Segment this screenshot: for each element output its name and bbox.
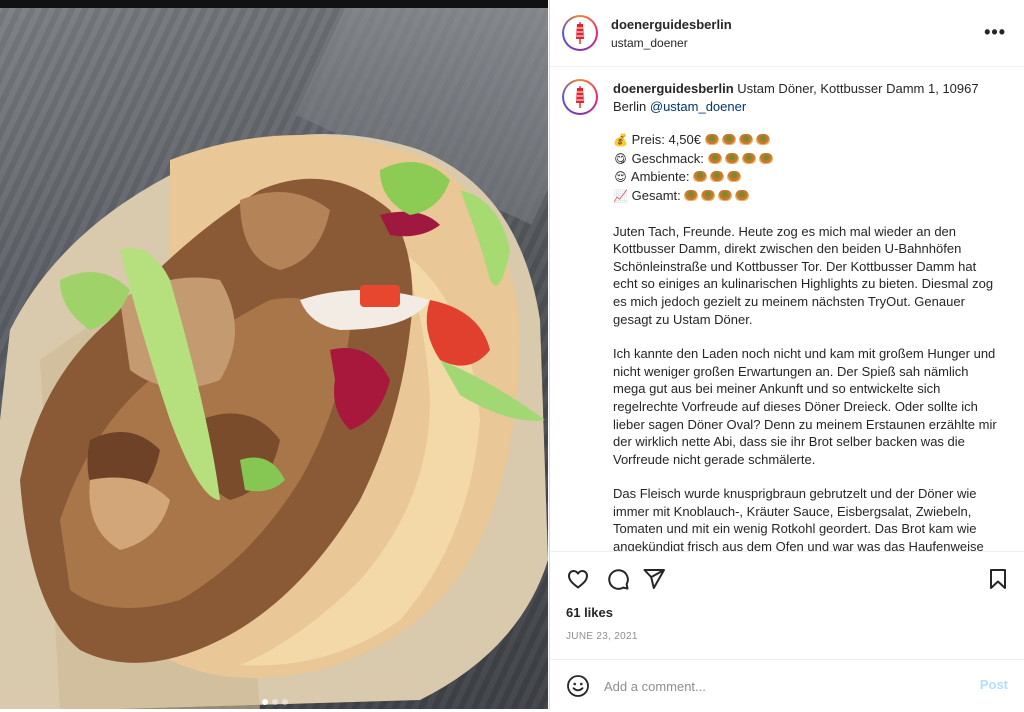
rating-row: 📈 Gesamt: [613, 187, 998, 206]
emoji-smile-icon[interactable] [566, 674, 590, 698]
doener-rating-icon [738, 134, 753, 146]
like-heart-icon[interactable] [566, 567, 590, 591]
caption-avatar[interactable] [562, 79, 598, 115]
rating-label: Preis: 4,50€ [631, 132, 701, 148]
comment-input[interactable] [602, 673, 966, 699]
chart-up-icon: 📈 [613, 188, 628, 203]
carousel-dot [272, 699, 278, 705]
doener-rating-icon [693, 171, 708, 183]
doener-logo-icon [576, 22, 584, 44]
doener-rating-icon [741, 152, 756, 164]
caption-username[interactable]: doenerguidesberlin [613, 81, 734, 96]
doener-rating-icon [701, 189, 716, 201]
post-comment-button[interactable]: Post [980, 677, 1008, 692]
doener-rating-icon [735, 189, 750, 201]
caption-mention[interactable]: @ustam_doener [650, 99, 746, 114]
post-side-panel: doenerguidesberlin ustam_doener ••• doen… [549, 0, 1024, 709]
post-author-username[interactable]: doenerguidesberlin [611, 17, 732, 32]
caption-paragraph: Juten Tach, Freunde. Heute zog es mich m… [613, 223, 994, 327]
relieved-face-icon: 😌 [614, 170, 627, 185]
carousel-dots [262, 699, 288, 705]
post-header: doenerguidesberlin ustam_doener ••• [550, 0, 1024, 67]
rating-label: Gesamt: [631, 187, 681, 203]
comment-bubble-icon[interactable] [606, 567, 630, 591]
avatar[interactable] [562, 15, 598, 51]
post-photo[interactable] [0, 0, 548, 709]
caption-paragraph: Ich kannte den Laden noch nicht und kam … [613, 346, 997, 467]
ratings-list: 💰 Preis: 4,50€ 😋 Geschmack: 😌 Ambiente: … [613, 131, 998, 205]
caption-area: doenerguidesberlin Ustam Döner, Kottbuss… [550, 67, 1024, 551]
rating-row: 💰 Preis: 4,50€ [613, 131, 998, 150]
share-paper-plane-icon[interactable] [642, 567, 666, 591]
doener-rating-icon [707, 152, 722, 164]
caption-text: doenerguidesberlin Ustam Döner, Kottbuss… [613, 80, 998, 551]
carousel-dot [282, 699, 288, 705]
more-options-icon[interactable]: ••• [984, 22, 1006, 43]
post-date[interactable]: JUNE 23, 2021 [566, 631, 638, 642]
likes-count[interactable]: 61 likes [566, 605, 613, 620]
doener-photo-illustration [0, 134, 548, 709]
caption-paragraph: Das Fleisch wurde knusprigbraun gebrutze… [613, 486, 984, 551]
smiling-face-icon: 😋 [614, 151, 627, 166]
doener-logo-icon [576, 86, 584, 108]
doener-rating-icon [704, 134, 719, 146]
carousel-dot-active [262, 699, 268, 705]
rating-row: 😋 Geschmack: [613, 150, 998, 169]
doener-rating-icon [710, 171, 725, 183]
doener-rating-icon [755, 134, 770, 146]
rating-label: Geschmack: [631, 150, 704, 166]
doener-rating-icon [718, 189, 733, 201]
comment-bar: Post [550, 659, 1024, 711]
doener-rating-icon [684, 189, 699, 201]
post-location[interactable]: ustam_doener [611, 36, 688, 50]
money-bag-icon: 💰 [613, 133, 628, 148]
doener-rating-icon [727, 171, 742, 183]
post-actions: 61 likes JUNE 23, 2021 Post [550, 551, 1024, 712]
save-bookmark-icon[interactable] [986, 567, 1010, 591]
doener-rating-icon [758, 152, 773, 164]
rating-label: Ambiente: [630, 169, 690, 185]
rating-row: 😌 Ambiente: [613, 168, 998, 187]
doener-rating-icon [721, 134, 736, 146]
doener-rating-icon [724, 152, 739, 164]
